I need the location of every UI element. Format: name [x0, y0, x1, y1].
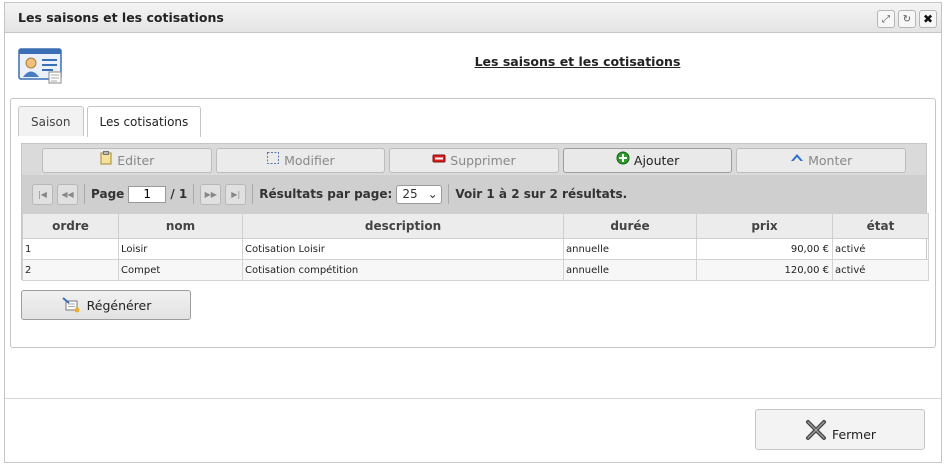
cotisations-grid: Editer Modifier Supprimer Ajouter Monter…	[21, 143, 929, 281]
window-title: Les saisons et les cotisations	[18, 10, 224, 25]
close-x-icon	[805, 419, 826, 440]
grid-toolbar: Editer Modifier Supprimer Ajouter Monter	[22, 144, 926, 175]
cell-description: Cotisation Loisir	[242, 238, 564, 260]
page-label: Page	[91, 187, 125, 201]
pager-separator	[252, 184, 254, 204]
select-box-icon	[267, 151, 280, 164]
pager-bar: |◀ ◀◀ Page / 1 ▶▶ ▶| Résultats par page:…	[22, 175, 926, 213]
page-number-input[interactable]	[128, 185, 167, 203]
rpp-value: 25	[402, 187, 418, 201]
cell-etat: activé	[832, 259, 929, 281]
column-header[interactable]: description	[242, 213, 564, 239]
column-header[interactable]: nom	[118, 213, 243, 239]
maximize-icon[interactable]: ⤢	[877, 10, 895, 28]
edit-label: Editer	[117, 153, 155, 168]
results-summary: Voir 1 à 2 sur 2 résultats.	[455, 187, 628, 201]
modify-button[interactable]: Modifier	[215, 148, 386, 173]
edit-button[interactable]: Editer	[42, 148, 212, 173]
cell-description: Cotisation compétition	[242, 259, 564, 281]
content-panel: Saison Les cotisations Editer Modifier S…	[10, 98, 936, 348]
table-row[interactable]: 2 Compet Cotisation compétition annuelle…	[22, 259, 929, 281]
prev-page-icon[interactable]: ◀◀	[57, 183, 78, 205]
cotisations-table: ordre nom description durée prix état 1 …	[22, 213, 929, 281]
plus-icon	[616, 151, 630, 164]
chevron-down-icon: ⌄	[427, 187, 438, 201]
footer-divider	[5, 398, 941, 399]
pager-separator	[193, 184, 195, 204]
table-header-row: ordre nom description durée prix état	[22, 213, 929, 239]
next-page-icon[interactable]: ▶▶	[200, 183, 222, 205]
close-label: Fermer	[831, 427, 877, 442]
cell-duree: annuelle	[563, 238, 697, 260]
cell-etat: activé	[832, 238, 929, 260]
close-icon[interactable]: ✖	[919, 10, 937, 28]
cell-prix: 90,00 €	[696, 238, 833, 260]
dialog-window: Les saisons et les cotisations ⤢ ↻ ✖ Les…	[4, 2, 942, 463]
pager-separator	[448, 184, 450, 204]
title-bar[interactable]: Les saisons et les cotisations ⤢ ↻ ✖	[5, 3, 941, 33]
column-header[interactable]: état	[832, 213, 929, 239]
move-up-label: Monter	[808, 153, 853, 168]
rpp-label: Résultats par page:	[259, 187, 393, 201]
delete-label: Supprimer	[450, 153, 516, 168]
refresh-icon[interactable]: ↻	[898, 10, 916, 28]
pager-separator	[84, 184, 85, 204]
regenerate-icon	[61, 297, 80, 313]
column-header[interactable]: prix	[696, 213, 833, 239]
clipboard-icon	[100, 150, 112, 164]
cell-nom: Loisir	[118, 238, 243, 260]
close-button[interactable]: Fermer	[755, 409, 925, 450]
regenerate-label: Régénérer	[86, 297, 152, 313]
tab-saison[interactable]: Saison	[18, 106, 84, 136]
cell-nom: Compet	[118, 259, 243, 281]
rpp-select[interactable]: 25 ⌄	[396, 184, 443, 204]
table-row[interactable]: 1 Loisir Cotisation Loisir annuelle 90,0…	[22, 238, 929, 260]
last-page-icon[interactable]: ▶|	[225, 183, 247, 205]
column-header[interactable]: durée	[563, 213, 697, 239]
add-button[interactable]: Ajouter	[562, 148, 733, 173]
cell-ordre: 1	[22, 238, 119, 260]
delete-button[interactable]: Supprimer	[389, 148, 559, 173]
minus-icon	[432, 154, 446, 162]
total-pages: / 1	[170, 187, 188, 201]
move-up-button[interactable]: Monter	[736, 148, 906, 173]
tab-bar: Saison Les cotisations	[18, 106, 202, 137]
tab-cotisations[interactable]: Les cotisations	[86, 106, 202, 137]
window-controls: ⤢ ↻ ✖	[877, 10, 937, 28]
column-header[interactable]: ordre	[22, 213, 119, 239]
modify-label: Modifier	[284, 153, 335, 168]
arrow-up-icon	[791, 153, 804, 161]
regenerate-button[interactable]: Régénérer	[21, 290, 191, 320]
cell-ordre: 2	[22, 259, 119, 281]
cell-duree: annuelle	[563, 259, 697, 281]
first-page-icon[interactable]: |◀	[32, 183, 53, 205]
cell-prix: 120,00 €	[696, 259, 833, 281]
add-label: Ajouter	[633, 153, 680, 168]
page-heading: Les saisons et les cotisations	[474, 54, 681, 69]
